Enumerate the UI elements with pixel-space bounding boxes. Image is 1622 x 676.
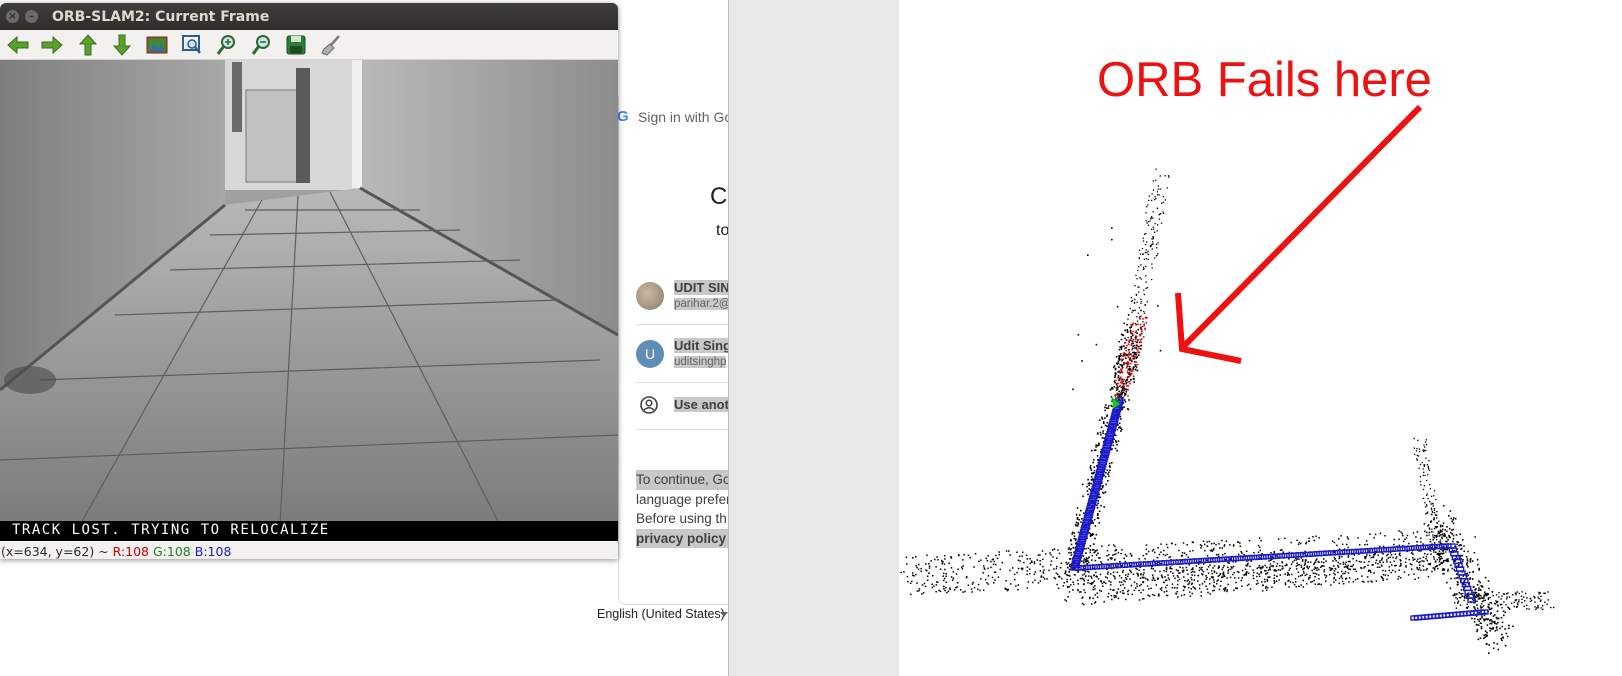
chevron-down-icon[interactable] xyxy=(720,612,728,617)
viewer-toolbar xyxy=(0,30,618,60)
minimize-icon[interactable]: – xyxy=(25,10,38,23)
blue-value: B:108 xyxy=(194,544,232,559)
annotation-arrow-icon xyxy=(1175,104,1423,364)
language-selector[interactable]: English (United States) xyxy=(597,607,725,621)
green-value: G:108 xyxy=(153,544,191,559)
notice-line: language prefer xyxy=(636,491,731,507)
account-circle-icon xyxy=(640,396,658,414)
map-viewer[interactable]: ORB Fails here xyxy=(899,0,1622,676)
save-icon[interactable] xyxy=(284,33,308,57)
card-heading: C xyxy=(710,183,728,210)
avatar: U xyxy=(636,340,664,368)
back-arrow-icon[interactable] xyxy=(6,33,30,57)
down-arrow-icon[interactable] xyxy=(110,33,134,57)
account-email: parihar.2@ xyxy=(674,298,731,310)
sign-in-with-google-link[interactable]: Sign in with Go xyxy=(638,109,732,125)
use-another-account-label: Use anot xyxy=(674,397,729,412)
privacy-policy-link[interactable]: privacy policy a xyxy=(636,528,736,548)
annotation-label: ORB Fails here xyxy=(1097,53,1432,107)
hallway-frame-image xyxy=(0,60,618,525)
window-title: ORB-SLAM2: Current Frame xyxy=(52,9,270,25)
keyframe-trajectory xyxy=(1070,397,1489,621)
window-titlebar[interactable]: × – ORB-SLAM2: Current Frame xyxy=(0,3,618,30)
account-name: UDIT SIN xyxy=(674,280,730,295)
up-arrow-icon[interactable] xyxy=(76,33,100,57)
tracking-status-bar: TRACK LOST. TRYING TO RELOCALIZE xyxy=(0,521,618,541)
tracking-status-text: TRACK LOST. TRYING TO RELOCALIZE xyxy=(12,522,330,538)
notice-line: Before using th xyxy=(636,511,727,526)
google-logo-icon: G xyxy=(617,108,629,125)
account-email: uditsinghp xyxy=(674,356,727,368)
zoom-fit-icon[interactable] xyxy=(180,33,204,57)
pixel-info-readout: (x=634, y=62) ~ R:108 G:108 B:108 xyxy=(1,544,231,559)
camera-frame xyxy=(0,60,618,525)
clear-brush-icon[interactable] xyxy=(319,33,343,57)
zoom-out-icon[interactable] xyxy=(250,33,274,57)
red-value: R:108 xyxy=(112,544,150,559)
map-points xyxy=(900,168,1555,654)
cursor-coords: (x=634, y=62) ~ xyxy=(1,544,109,559)
zoom-in-icon[interactable] xyxy=(215,33,239,57)
image-icon[interactable] xyxy=(145,33,169,57)
continue-notice: To continue, Go language prefer Before u… xyxy=(636,470,736,548)
close-icon[interactable]: × xyxy=(6,10,19,23)
forward-arrow-icon[interactable] xyxy=(40,33,64,57)
avatar xyxy=(636,282,664,310)
notice-line: To continue, Go xyxy=(636,470,736,490)
account-name: Udit Sing xyxy=(674,338,732,353)
side-panel xyxy=(728,0,900,676)
orb-slam-frame-window[interactable]: × – ORB-SLAM2: Current Frame TRACK LOST.… xyxy=(0,3,618,559)
